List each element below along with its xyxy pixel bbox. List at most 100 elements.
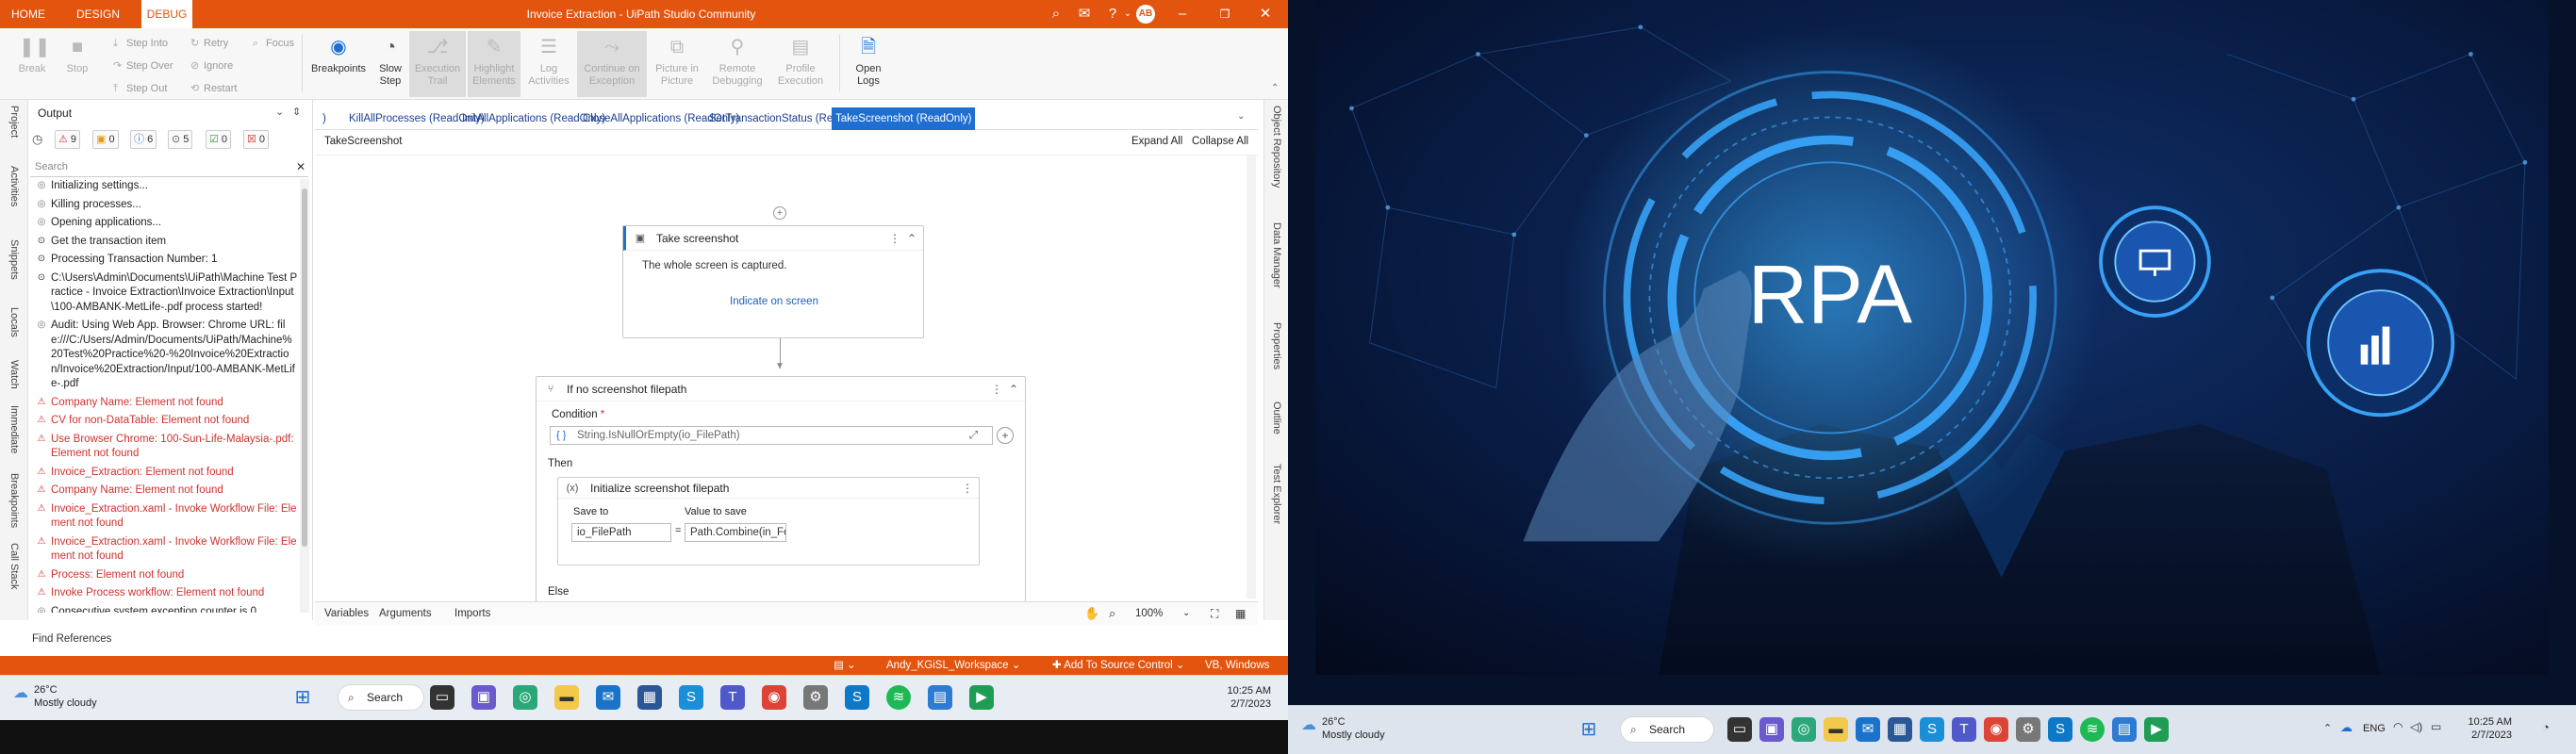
minimize-icon[interactable]: – bbox=[1169, 0, 1196, 28]
tab-data-manager[interactable]: Data Manager bbox=[1267, 222, 1286, 288]
tab-breakpoints[interactable]: Breakpoints bbox=[4, 473, 25, 528]
highlight-elements-button[interactable]: ✎ Highlight Elements bbox=[468, 31, 520, 97]
log-entry[interactable]: ◎ Audit: Using Web App. Browser: Chrome U… bbox=[30, 319, 298, 392]
stop-button[interactable]: ■ Stop bbox=[58, 31, 96, 97]
trace-filter[interactable]: ⊙ 5 bbox=[168, 130, 193, 149]
indicate-on-screen-link[interactable]: Indicate on screen bbox=[623, 296, 925, 307]
tab-home[interactable]: HOME bbox=[8, 0, 49, 28]
restart-button[interactable]: ⟲ Restart bbox=[190, 79, 237, 98]
slow-step-button[interactable]: ◔ Slow Step bbox=[373, 31, 407, 97]
start-icon[interactable]: ⊞ bbox=[290, 685, 315, 710]
retry-button[interactable]: ↻ Retry bbox=[190, 34, 228, 53]
log-entry[interactable]: ⚠ Invoice_Extraction.xaml - Invoke Workfl… bbox=[30, 502, 298, 532]
workspace-selector[interactable]: Andy_KGiSL_Workspace ⌄ bbox=[886, 656, 1020, 675]
avatar[interactable]: AB bbox=[1136, 5, 1155, 24]
mail-icon[interactable]: ✉ bbox=[1856, 717, 1880, 742]
file-explorer-icon[interactable]: ▬ bbox=[554, 685, 579, 710]
task-view-icon[interactable]: ▭ bbox=[430, 685, 454, 710]
remote-debugging-button[interactable]: ⚲ Remote Debugging bbox=[707, 31, 768, 97]
wifi-icon[interactable]: ◠ bbox=[2393, 720, 2403, 733]
store-icon[interactable]: ▦ bbox=[1888, 717, 1912, 742]
tab-design[interactable]: DESIGN bbox=[72, 0, 124, 28]
tab-test-explorer[interactable]: Test Explorer bbox=[1267, 464, 1286, 524]
log-entry[interactable]: ⚠ CV for non-DataTable: Element not found bbox=[30, 414, 298, 429]
tab-properties[interactable]: Properties bbox=[1267, 322, 1286, 369]
weather-widget[interactable]: ☁ 26°C Mostly cloudy bbox=[13, 683, 97, 710]
file-explorer-icon[interactable]: ▬ bbox=[1824, 717, 1848, 742]
step-out-button[interactable]: ⤒ Step Out bbox=[113, 79, 167, 98]
doc-tab[interactable]: ) bbox=[319, 107, 330, 130]
info-filter[interactable]: ⓘ 6 bbox=[130, 130, 157, 149]
expand-editor-icon[interactable]: ⤢ bbox=[969, 427, 978, 444]
zoom-icon[interactable]: ⌕ bbox=[1109, 606, 1115, 621]
warning-filter[interactable]: ▣ 0 bbox=[92, 130, 119, 149]
tabs-overflow-icon[interactable]: ⌄ bbox=[1237, 111, 1245, 122]
collapse-all-button[interactable]: Collapse All bbox=[1192, 136, 1248, 147]
store-icon[interactable]: ▦ bbox=[637, 685, 662, 710]
tab-snippets[interactable]: Snippets bbox=[4, 239, 25, 280]
tab-immediate[interactable]: Immediate bbox=[4, 405, 25, 453]
spotify-icon[interactable]: ≋ bbox=[2080, 717, 2105, 742]
find-references-tab[interactable]: Find References bbox=[32, 633, 111, 645]
log-entry[interactable]: ◎ Consecutive system exception counter is… bbox=[30, 605, 298, 614]
collapse-icon[interactable]: ⌃ bbox=[1006, 377, 1021, 402]
more-options-icon[interactable]: ⋮ bbox=[887, 226, 902, 251]
project-target[interactable]: VB, Windows bbox=[1205, 656, 1269, 675]
settings-icon[interactable]: ⚙ bbox=[2016, 717, 2040, 742]
teams-chat-icon[interactable]: ▣ bbox=[1759, 717, 1784, 742]
tab-debug[interactable]: DEBUG bbox=[141, 0, 192, 28]
clock[interactable]: 10:25 AM 2/7/2023 bbox=[1216, 684, 1271, 711]
canvas-scrollbar[interactable] bbox=[1247, 156, 1256, 598]
ignore-button[interactable]: ⊘ Ignore bbox=[190, 57, 233, 75]
tab-project[interactable]: Project bbox=[4, 106, 25, 138]
log-entry[interactable]: ⚠ Use Browser Chrome: 100-Sun-Life-Malays… bbox=[30, 433, 298, 462]
break-button[interactable]: ❚❚ Break bbox=[13, 31, 51, 97]
doc-tab[interactable]: TakeScreenshot (ReadOnly) bbox=[832, 107, 976, 130]
tab-outline[interactable]: Outline bbox=[1267, 402, 1286, 434]
chevron-down-icon[interactable]: ⌄ bbox=[275, 106, 284, 118]
log-entry[interactable]: ⚠ Process: Element not found bbox=[30, 568, 298, 583]
clear-icon[interactable]: ✕ bbox=[296, 160, 305, 173]
arguments-tab[interactable]: Arguments bbox=[379, 608, 432, 619]
designer-canvas[interactable]: + ▣ Take screenshot ⋮ ⌃ The whole screen… bbox=[315, 155, 1258, 602]
task-view-icon[interactable]: ▭ bbox=[1727, 717, 1752, 742]
picture-in-picture-button[interactable]: ⧉ Picture in Picture bbox=[651, 31, 703, 97]
edge-icon[interactable]: ◎ bbox=[513, 685, 537, 710]
tab-watch[interactable]: Watch bbox=[4, 360, 25, 389]
settings-icon[interactable]: ⚙ bbox=[803, 685, 828, 710]
orchestrator-icon[interactable]: ▤ ⌄ bbox=[834, 656, 856, 675]
output-scrollbar[interactable] bbox=[300, 179, 309, 613]
log-entry[interactable]: ◎ Initializing settings... bbox=[30, 179, 298, 194]
pin-icon[interactable]: ⇕ bbox=[292, 106, 301, 118]
add-icon[interactable]: + bbox=[997, 427, 1014, 444]
failure-filter[interactable]: ☒ 0 bbox=[243, 130, 270, 149]
log-entry[interactable]: ⚠ Invoice_Extraction: Element not found bbox=[30, 466, 298, 481]
step-over-button[interactable]: ↷ Step Over bbox=[113, 57, 173, 75]
if-activity[interactable]: ⑂ If no screenshot filepath ⋮ ⌃ Conditio… bbox=[536, 376, 1026, 602]
log-entry[interactable]: ◎ Killing processes... bbox=[30, 198, 298, 213]
expand-all-button[interactable]: Expand All bbox=[1131, 136, 1182, 147]
more-options-icon[interactable]: ⋮ bbox=[960, 478, 975, 499]
success-filter[interactable]: ☑ 0 bbox=[206, 130, 232, 149]
onedrive-icon[interactable]: ☁ bbox=[2340, 720, 2353, 735]
save-to-input[interactable]: io_FilePath bbox=[571, 523, 671, 542]
log-entry[interactable]: ◎ Opening applications... bbox=[30, 216, 298, 231]
notepad-icon[interactable]: ▤ bbox=[928, 685, 952, 710]
open-logs-button[interactable]: 🗎 Open Logs bbox=[847, 31, 890, 97]
feedback-icon[interactable]: ✉ bbox=[1071, 0, 1098, 28]
uipath-studio-icon[interactable]: S bbox=[845, 685, 869, 710]
value-to-save-input[interactable]: Path.Combine(in_Folder, "Excepti bbox=[685, 523, 786, 542]
tab-object-repository[interactable]: Object Repository bbox=[1267, 106, 1286, 188]
continue-on-exception-button[interactable]: ⤳ Continue on Exception bbox=[577, 31, 647, 97]
take-screenshot-activity[interactable]: ▣ Take screenshot ⋮ ⌃ The whole screen i… bbox=[622, 225, 924, 338]
mail-icon[interactable]: ✉ bbox=[596, 685, 620, 710]
language-indicator[interactable]: ENG bbox=[2363, 723, 2386, 734]
teams-chat-icon[interactable]: ▣ bbox=[471, 685, 496, 710]
condition-input[interactable]: { } String.IsNullOrEmpty(io_FilePath) ⤢ bbox=[550, 426, 993, 445]
assistant-icon[interactable]: ▶ bbox=[969, 685, 994, 710]
log-entry[interactable]: ⊙ Processing Transaction Number: 1 bbox=[30, 253, 298, 268]
imports-tab[interactable]: Imports bbox=[454, 608, 490, 619]
fit-to-screen-icon[interactable]: ⛶ bbox=[1211, 607, 1218, 621]
overview-icon[interactable]: ▦ bbox=[1235, 607, 1246, 620]
tab-locals[interactable]: Locals bbox=[4, 307, 25, 337]
